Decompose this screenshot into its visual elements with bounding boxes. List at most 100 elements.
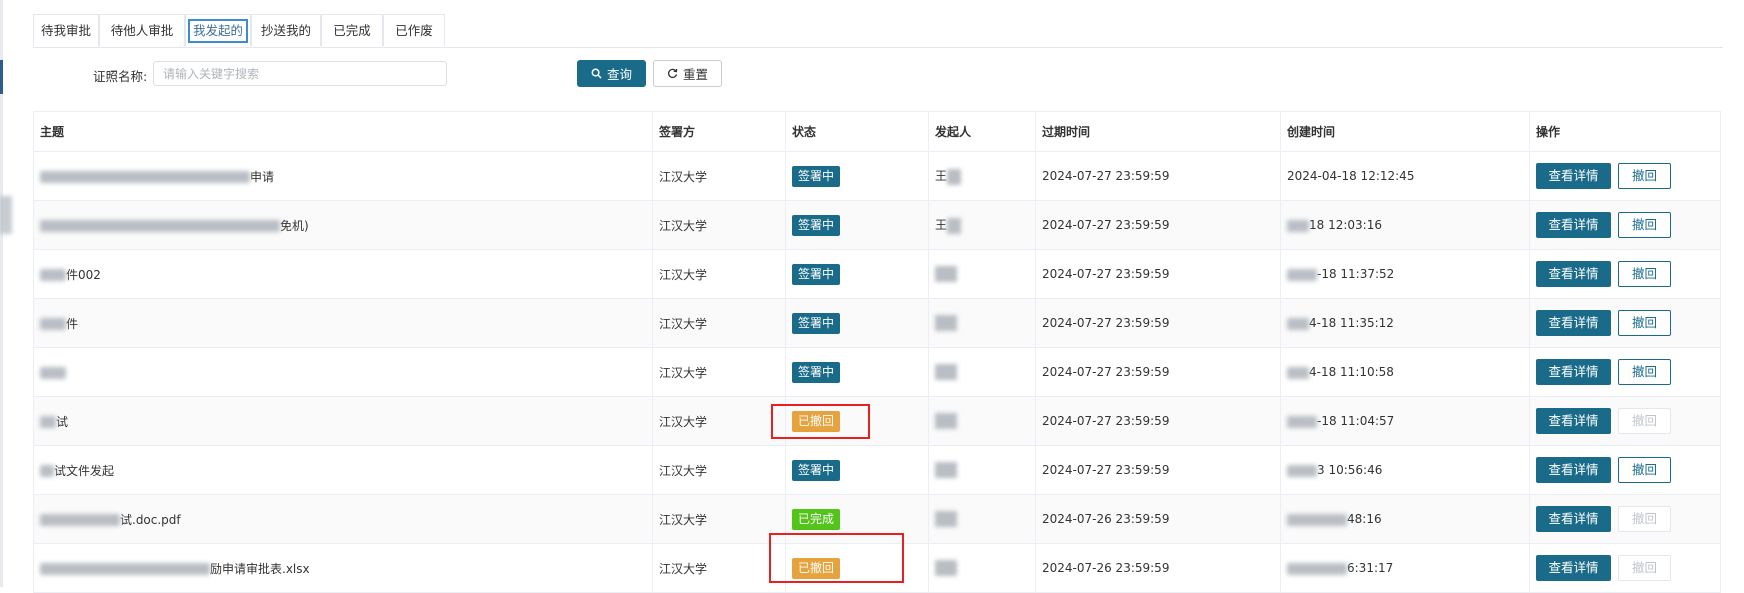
cell-expire-time: 2024-07-27 23:59:59	[1035, 249, 1281, 299]
cell-status: 已撤回	[785, 396, 929, 446]
status-badge: 签署中	[792, 165, 841, 187]
tab-voided[interactable]: 已作废	[383, 14, 445, 46]
cell-subject: 试	[33, 396, 653, 446]
withdraw-button[interactable]: 撤回	[1618, 359, 1671, 385]
redacted-text	[1287, 415, 1317, 428]
table-row: 试 江汉大学 已撤回 2024-07-27 23:59:59 -18 11:04…	[33, 396, 1721, 446]
redacted-text	[40, 514, 120, 526]
tab-pending-my-approval[interactable]: 待我审批	[33, 14, 99, 46]
withdraw-button: 撤回	[1618, 555, 1671, 581]
search-icon	[591, 68, 602, 79]
cell-subject: 试.doc.pdf	[33, 494, 653, 544]
cell-signer: 江汉大学	[652, 151, 786, 201]
cell-expire-time: 2024-07-27 23:59:59	[1035, 347, 1281, 397]
table-row: 试.doc.pdf 江汉大学 已完成 2024-07-26 23:59:59 4…	[33, 494, 1721, 544]
cell-create-time: -18 11:04:57	[1280, 396, 1530, 446]
cell-expire-time: 2024-07-26 23:59:59	[1035, 494, 1281, 544]
withdraw-button[interactable]: 撤回	[1618, 457, 1671, 483]
tab-completed[interactable]: 已完成	[321, 14, 383, 46]
cell-subject: 试文件发起	[33, 445, 653, 495]
cell-status: 签署中	[785, 347, 929, 397]
cell-subject	[33, 347, 653, 397]
redacted-text	[935, 364, 957, 380]
withdraw-button[interactable]: 撤回	[1618, 163, 1671, 189]
redacted-text	[947, 168, 962, 185]
column-header-signer: 签署方	[652, 111, 786, 152]
table-row: 试文件发起 江汉大学 签署中 2024-07-27 23:59:59 3 10:…	[33, 445, 1721, 495]
redacted-text	[1287, 268, 1317, 281]
cell-status: 签署中	[785, 151, 929, 201]
cell-signer: 江汉大学	[652, 249, 786, 299]
cell-subject: 免机)	[33, 200, 653, 250]
status-badge: 已完成	[792, 508, 841, 530]
redacted-text	[1287, 513, 1347, 526]
status-badge: 已撤回	[792, 410, 841, 432]
withdraw-button[interactable]: 撤回	[1618, 261, 1671, 287]
withdraw-button: 撤回	[1618, 408, 1671, 434]
search-input[interactable]	[153, 61, 447, 86]
cell-subject: 申请	[33, 151, 653, 201]
tab-bar: 待我审批 待他人审批 我发起的 抄送我的 已完成 已作废	[33, 14, 1723, 48]
tab-cc-me[interactable]: 抄送我的	[251, 14, 321, 46]
table-row: 励申请审批表.xlsx 江汉大学 已撤回 2024-07-26 23:59:59…	[33, 543, 1721, 593]
view-detail-button[interactable]: 查看详情	[1536, 163, 1611, 189]
redacted-text	[40, 465, 54, 477]
column-header-expire-time: 过期时间	[1035, 111, 1281, 152]
cell-actions: 查看详情 撤回	[1529, 200, 1721, 250]
redacted-text	[1287, 464, 1317, 477]
cell-signer: 江汉大学	[652, 347, 786, 397]
cell-signer: 江汉大学	[652, 396, 786, 446]
view-detail-button[interactable]: 查看详情	[1536, 261, 1611, 287]
redacted-text	[40, 416, 56, 428]
view-detail-button[interactable]: 查看详情	[1536, 555, 1611, 581]
cell-create-time: 48:16	[1280, 494, 1530, 544]
table-header-row: 主题 签署方 状态 发起人 过期时间 创建时间 操作	[33, 111, 1721, 152]
view-detail-button[interactable]: 查看详情	[1536, 212, 1611, 238]
query-button[interactable]: 查询	[577, 60, 646, 87]
cell-create-time: 4-18 11:10:58	[1280, 347, 1530, 397]
view-detail-button[interactable]: 查看详情	[1536, 310, 1611, 336]
search-label: 证照名称:	[93, 69, 148, 84]
cell-status: 已完成	[785, 494, 929, 544]
cell-expire-time: 2024-07-27 23:59:59	[1035, 298, 1281, 348]
cell-initiator	[928, 494, 1036, 544]
tab-initiated-by-me[interactable]: 我发起的	[185, 14, 251, 46]
view-detail-button[interactable]: 查看详情	[1536, 457, 1611, 483]
status-badge: 签署中	[792, 459, 841, 481]
column-header-status: 状态	[785, 111, 929, 152]
column-header-create-time: 创建时间	[1280, 111, 1530, 152]
cell-expire-time: 2024-07-26 23:59:59	[1035, 543, 1281, 593]
column-header-actions: 操作	[1529, 111, 1721, 152]
redacted-text	[935, 266, 957, 282]
cell-subject: 励申请审批表.xlsx	[33, 543, 653, 593]
cell-subject: 件	[33, 298, 653, 348]
redacted-text	[1287, 562, 1347, 575]
cell-create-time: 3 10:56:46	[1280, 445, 1530, 495]
table-row: 免机) 江汉大学 签署中 王 2024-07-27 23:59:59 18 12…	[33, 200, 1721, 250]
cell-actions: 查看详情 撤回	[1529, 396, 1721, 446]
cell-actions: 查看详情 撤回	[1529, 151, 1721, 201]
tab-pending-others-approval[interactable]: 待他人审批	[99, 14, 185, 46]
status-badge: 已撤回	[792, 557, 841, 579]
view-detail-button[interactable]: 查看详情	[1536, 408, 1611, 434]
column-header-initiator: 发起人	[928, 111, 1036, 152]
left-accent	[0, 60, 3, 94]
cell-subject: 件002	[33, 249, 653, 299]
cell-signer: 江汉大学	[652, 298, 786, 348]
reset-button[interactable]: 重置	[653, 60, 722, 87]
cell-create-time: 2024-04-18 12:12:45	[1280, 151, 1530, 201]
withdraw-button[interactable]: 撤回	[1618, 310, 1671, 336]
column-header-subject: 主题	[33, 111, 653, 152]
view-detail-button[interactable]: 查看详情	[1536, 506, 1611, 532]
cell-signer: 江汉大学	[652, 543, 786, 593]
view-detail-button[interactable]: 查看详情	[1536, 359, 1611, 385]
status-badge: 签署中	[792, 214, 841, 236]
table-row: 件002 江汉大学 签署中 2024-07-27 23:59:59 -18 11…	[33, 249, 1721, 299]
withdraw-button[interactable]: 撤回	[1618, 212, 1671, 238]
table-row: 江汉大学 签署中 2024-07-27 23:59:59 4-18 11:10:…	[33, 347, 1721, 397]
cell-actions: 查看详情 撤回	[1529, 445, 1721, 495]
cell-create-time: -18 11:37:52	[1280, 249, 1530, 299]
redacted-text	[40, 318, 66, 330]
redacted-text	[935, 315, 957, 331]
cell-initiator: 王	[928, 200, 1036, 250]
